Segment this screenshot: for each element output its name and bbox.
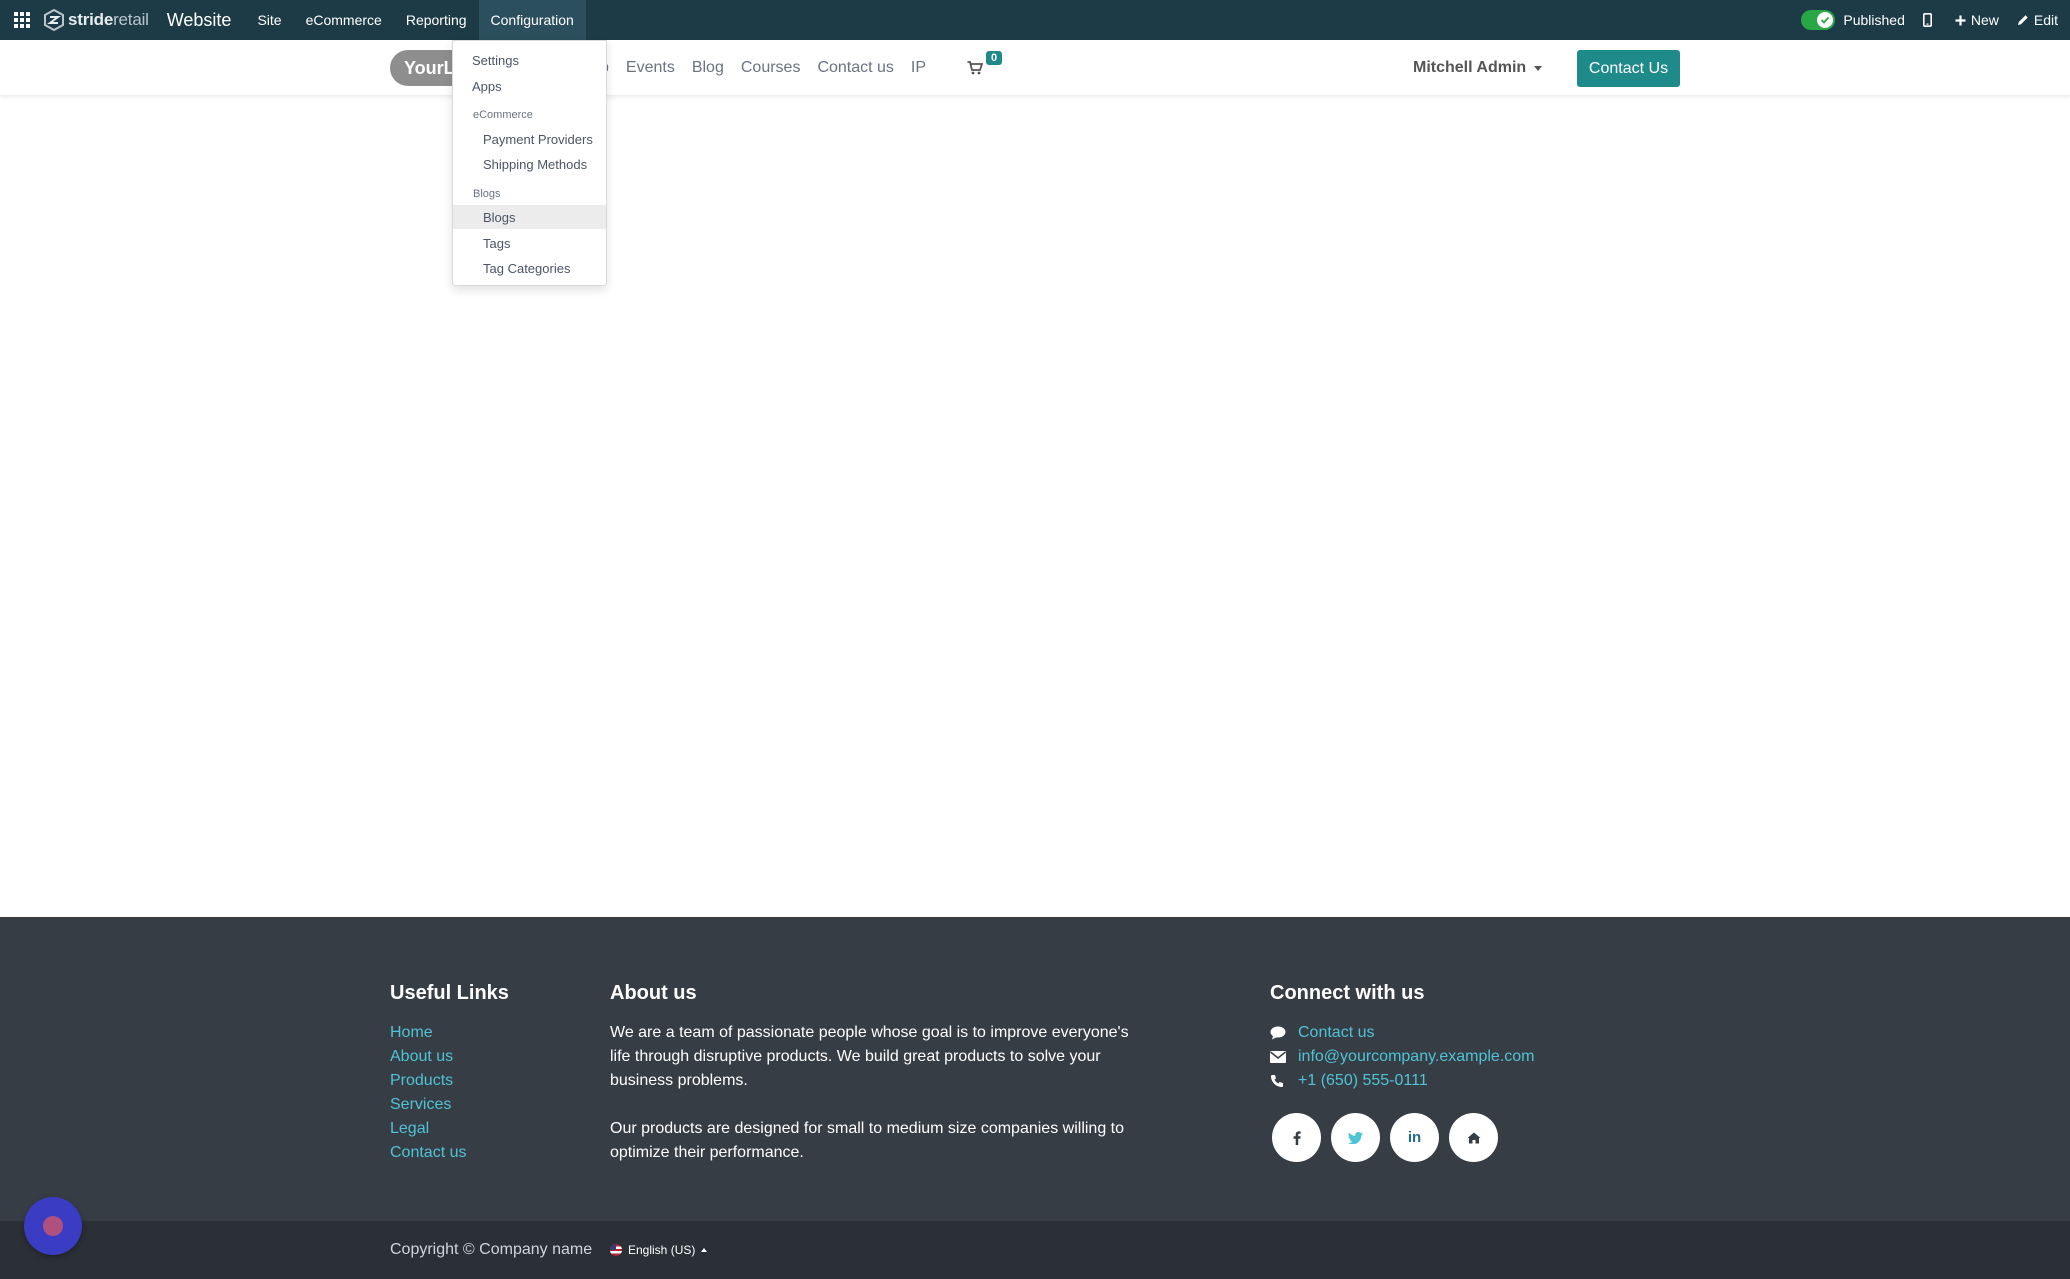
nav-item-courses[interactable]: Courses xyxy=(741,59,801,77)
social-links: in xyxy=(1272,1113,1535,1162)
menu-reporting[interactable]: Reporting xyxy=(394,0,479,40)
nav-item-events[interactable]: Events xyxy=(626,59,675,77)
connect-email-link[interactable]: info@yourcompany.example.com xyxy=(1298,1045,1535,1069)
connect-contact-link[interactable]: Contact us xyxy=(1298,1021,1374,1045)
admin-actions: Published New Edit xyxy=(1801,0,2070,40)
configuration-dropdown: Settings Apps eCommerce Payment Provider… xyxy=(452,40,607,286)
phone-icon xyxy=(1270,1074,1298,1088)
published-toggle[interactable] xyxy=(1801,10,1836,30)
language-label: English (US) xyxy=(628,1243,696,1257)
nav-item-blog[interactable]: Blog xyxy=(692,59,724,77)
connect-contact-row: Contact us xyxy=(1270,1021,1535,1045)
chat-avatar-icon xyxy=(43,1216,63,1236)
menu-configuration[interactable]: Configuration xyxy=(478,0,586,40)
nav-item-contact[interactable]: Contact us xyxy=(817,59,893,77)
user-menu[interactable]: Mitchell Admin xyxy=(1413,40,1543,96)
footer-link-products[interactable]: Products xyxy=(390,1069,509,1093)
admin-menu: Site eCommerce Reporting Configuration xyxy=(245,0,586,40)
mobile-icon xyxy=(1922,13,1932,27)
about-text: We are a team of passionate people whose… xyxy=(610,1021,1150,1165)
about-paragraph-1: We are a team of passionate people whose… xyxy=(610,1024,1129,1089)
brand-name-light: retail xyxy=(113,10,149,29)
site-footer: Useful Links Home About us Products Serv… xyxy=(0,917,2070,1221)
dropdown-item-shipping-methods[interactable]: Shipping Methods xyxy=(453,152,606,176)
connect-title: Connect with us xyxy=(1270,982,1425,1004)
cart-count-badge: 0 xyxy=(986,51,1003,65)
footer-link-home[interactable]: Home xyxy=(390,1021,509,1045)
language-selector[interactable]: English (US) xyxy=(610,1243,708,1257)
new-button[interactable]: New xyxy=(1955,12,1999,28)
contact-us-button[interactable]: Contact Us xyxy=(1577,50,1680,87)
menu-site[interactable]: Site xyxy=(245,0,293,40)
mobile-preview-button[interactable] xyxy=(1922,13,1937,27)
twitter-button[interactable] xyxy=(1331,1113,1380,1162)
published-label: Published xyxy=(1843,12,1905,28)
site-nav: p Events Blog Courses Contact us IP 0 xyxy=(600,40,1003,96)
copyright-text: Copyright © Company name xyxy=(390,1241,593,1258)
dropdown-item-payment-providers[interactable]: Payment Providers xyxy=(453,127,606,151)
menu-ecommerce[interactable]: eCommerce xyxy=(294,0,394,40)
us-flag-icon xyxy=(610,1244,622,1256)
dropdown-item-blogs[interactable]: Blogs xyxy=(453,205,606,229)
caret-up-icon xyxy=(701,1248,708,1252)
dropdown-item-apps[interactable]: Apps xyxy=(453,74,606,98)
edit-label: Edit xyxy=(2033,12,2058,28)
connect-phone-row: +1 (650) 555-0111 xyxy=(1270,1069,1535,1093)
brand-name-bold: stride xyxy=(68,10,114,29)
plus-icon xyxy=(1955,15,1966,25)
apps-menu-icon[interactable] xyxy=(0,0,44,40)
footer-link-contact[interactable]: Contact us xyxy=(390,1141,509,1165)
home-icon xyxy=(1467,1132,1480,1143)
caret-down-icon xyxy=(1534,65,1543,71)
about-title: About us xyxy=(610,982,697,1004)
facebook-icon xyxy=(1293,1130,1301,1145)
brand-logo[interactable]: stride retail xyxy=(44,0,149,40)
connect-email-row: info@yourcompany.example.com xyxy=(1270,1045,1535,1069)
brand-mark-icon xyxy=(44,9,64,31)
footer-link-services[interactable]: Services xyxy=(390,1093,509,1117)
connect-section: Connect with us Contact us info@yourcomp… xyxy=(1270,982,1535,1162)
useful-links-section: Useful Links Home About us Products Serv… xyxy=(390,982,509,1165)
dropdown-item-settings[interactable]: Settings xyxy=(453,48,606,72)
linkedin-icon: in xyxy=(1407,1129,1422,1146)
app-name[interactable]: Website xyxy=(167,10,232,31)
dropdown-header-ecommerce: eCommerce xyxy=(473,109,533,121)
linkedin-button[interactable]: in xyxy=(1390,1113,1439,1162)
nav-item-ip[interactable]: IP xyxy=(911,59,926,77)
footer-link-legal[interactable]: Legal xyxy=(390,1117,509,1141)
envelope-icon xyxy=(1270,1051,1298,1063)
dropdown-item-tags[interactable]: Tags xyxy=(453,231,606,255)
useful-links-title: Useful Links xyxy=(390,982,509,1004)
pencil-icon xyxy=(2017,15,2028,25)
home-button[interactable] xyxy=(1449,1113,1498,1162)
admin-topbar: stride retail Website Site eCommerce Repo… xyxy=(0,0,2070,40)
site-header: YourLo p Events Blog Courses Contact us … xyxy=(0,40,2070,96)
comment-icon xyxy=(1270,1026,1298,1040)
new-label: New xyxy=(1970,12,1999,28)
livechat-button[interactable] xyxy=(24,1197,82,1255)
cart-icon xyxy=(967,61,984,75)
connect-phone-link[interactable]: +1 (650) 555-0111 xyxy=(1298,1069,1428,1093)
copyright-bar: Copyright © Company name English (US) xyxy=(0,1221,2070,1279)
dropdown-header-blogs: Blogs xyxy=(473,188,501,200)
twitter-icon xyxy=(1348,1131,1363,1144)
edit-button[interactable]: Edit xyxy=(2017,12,2058,28)
footer-link-about[interactable]: About us xyxy=(390,1045,509,1069)
facebook-button[interactable] xyxy=(1272,1113,1321,1162)
cart-button[interactable]: 0 xyxy=(967,51,1003,75)
check-icon xyxy=(1817,12,1834,28)
dropdown-item-tag-categories[interactable]: Tag Categories xyxy=(453,256,606,280)
about-section: About us We are a team of passionate peo… xyxy=(610,982,1150,1165)
about-paragraph-2: Our products are designed for small to m… xyxy=(610,1120,1125,1161)
user-name: Mitchell Admin xyxy=(1413,59,1527,76)
